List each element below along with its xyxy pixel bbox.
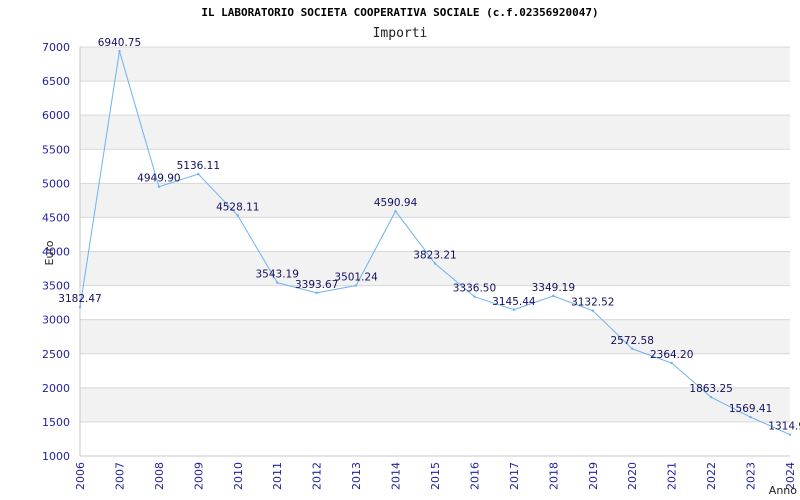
- x-tick-label: 2023: [745, 462, 758, 490]
- data-label: 4949.90: [137, 173, 180, 185]
- x-tick-label: 2021: [666, 462, 679, 490]
- x-tick-label: 2017: [508, 462, 521, 490]
- x-axis-label: Anno: [769, 484, 797, 497]
- y-tick-label: 1000: [42, 450, 70, 463]
- data-point: [788, 433, 792, 436]
- data-point: [315, 291, 318, 295]
- x-tick-label: 2016: [468, 462, 481, 490]
- chart-title: IL LABORATORIO SOCIETA COOPERATIVA SOCIA…: [201, 6, 598, 19]
- x-tick-label: 2018: [547, 462, 560, 490]
- data-point: [670, 361, 673, 365]
- y-tick-label: 1500: [42, 416, 70, 429]
- data-label: 3145.44: [492, 296, 536, 308]
- data-label: 1314.90: [768, 421, 800, 433]
- data-point: [276, 281, 279, 284]
- data-label: 6940.75: [98, 37, 141, 49]
- data-label: 3393.67: [295, 279, 338, 291]
- data-point: [118, 49, 121, 53]
- y-tick-label: 6500: [42, 75, 70, 88]
- x-axis-ticks: 2006 2007 2008 2009 2010 2011 2012 2013 2014 2015…: [74, 462, 797, 490]
- x-tick-label: 2022: [705, 462, 718, 490]
- x-tick-label: 2013: [350, 462, 363, 490]
- grid-band: [80, 217, 790, 252]
- x-tick-label: 2019: [587, 462, 600, 490]
- x-tick-label: 2012: [311, 462, 324, 490]
- x-tick-label: 2020: [626, 462, 639, 490]
- data-label: 1863.25: [689, 383, 732, 395]
- grid-band: [80, 387, 790, 422]
- data-point: [552, 294, 555, 298]
- y-tick-label: 5500: [42, 143, 70, 156]
- grid-band: [80, 183, 790, 218]
- data-label: 3501.24: [334, 271, 378, 283]
- x-tick-label: 2007: [113, 462, 126, 490]
- data-label: 3543.19: [256, 269, 299, 281]
- data-point: [236, 214, 239, 217]
- data-point: [433, 262, 437, 265]
- x-tick-label: 2006: [74, 462, 87, 490]
- x-tick-label: 2010: [232, 462, 245, 490]
- data-point: [394, 210, 397, 213]
- data-label: 3182.47: [58, 293, 101, 305]
- data-label: 3823.21: [413, 250, 456, 262]
- y-tick-label: 2000: [42, 382, 70, 395]
- x-tick-label: 2011: [271, 462, 284, 490]
- y-tick-label: 3500: [42, 280, 70, 293]
- x-tick-label: 2009: [192, 462, 205, 490]
- chart-subtitle: Importi: [373, 26, 428, 41]
- y-tick-label: 3000: [42, 314, 70, 327]
- x-tick-label: 2008: [153, 462, 166, 490]
- grid-band: [80, 421, 790, 456]
- line-chart: 1000150020002500300035004000450050005500…: [42, 6, 800, 497]
- data-point: [78, 306, 82, 309]
- grid-band: [80, 47, 790, 82]
- data-label: 3336.50: [453, 283, 496, 295]
- y-tick-label: 4500: [42, 211, 70, 224]
- data-label: 4528.11: [216, 202, 259, 214]
- x-tick-label: 2014: [390, 462, 403, 490]
- data-label: 3132.52: [571, 297, 614, 309]
- data-label: 1569.41: [729, 403, 772, 415]
- data-point: [591, 309, 594, 312]
- data-point: [709, 395, 713, 399]
- x-tick-label: 2015: [429, 462, 442, 490]
- data-point: [354, 284, 358, 287]
- y-tick-label: 5000: [42, 177, 70, 190]
- y-tick-label: 6000: [42, 109, 70, 122]
- data-point: [197, 172, 200, 176]
- data-point: [473, 295, 476, 298]
- grid-band: [80, 81, 790, 116]
- data-point: [512, 308, 516, 311]
- data-label: 5136.11: [177, 160, 220, 172]
- y-tick-label: 7000: [42, 41, 70, 54]
- data-point: [157, 185, 161, 188]
- data-label: 4590.94: [374, 197, 418, 209]
- data-label: 3349.19: [532, 282, 575, 294]
- data-label: 2364.20: [650, 349, 693, 361]
- y-axis-label: Euro: [43, 240, 56, 265]
- data-point: [631, 347, 634, 351]
- y-tick-label: 2500: [42, 348, 70, 361]
- data-point: [749, 415, 752, 419]
- grid-band: [80, 285, 790, 320]
- grid-band: [80, 115, 790, 150]
- data-label: 2572.58: [611, 335, 654, 347]
